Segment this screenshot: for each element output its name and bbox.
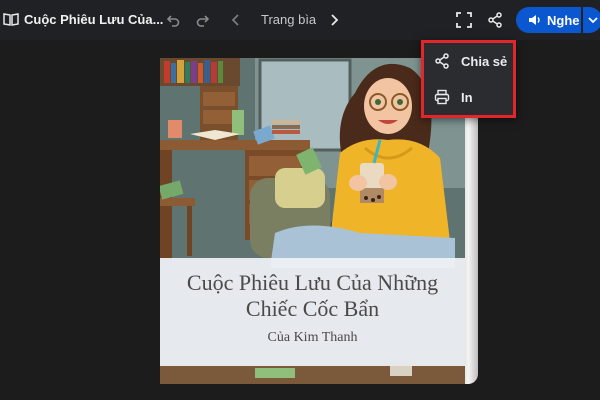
book-icon — [3, 13, 19, 26]
listen-options-dropdown[interactable] — [583, 7, 600, 33]
storybook-viewer: Cuộc Phiêu Lưu Của... Trang bìa Nghe Cuộ… — [0, 0, 600, 400]
share-icon[interactable] — [485, 10, 505, 30]
cover-title-line-1: Cuộc Phiêu Lưu Của Những — [186, 270, 439, 295]
book-cover: Cuộc Phiêu Lưu Của Những Chiếc Cốc Bẩn C… — [160, 58, 465, 384]
share-menu: Chia sẻ In — [421, 40, 516, 118]
menu-item-share-label: Chia sẻ — [461, 53, 508, 69]
fullscreen-icon[interactable] — [454, 10, 474, 30]
speaker-icon — [529, 15, 540, 25]
chevron-left-icon[interactable] — [226, 10, 246, 30]
listen-button[interactable]: Nghe — [516, 7, 581, 33]
book-title-header: Cuộc Phiêu Lưu Của... — [24, 12, 164, 27]
undo-icon[interactable] — [163, 10, 183, 30]
cover-title-line-2: Chiếc Cốc Bẩn — [245, 296, 380, 321]
cover-author: Của Kim Thanh — [267, 330, 358, 345]
print-icon — [434, 89, 450, 105]
menu-item-share[interactable]: Chia sẻ — [424, 44, 513, 78]
menu-item-print[interactable]: In — [424, 80, 513, 114]
share-icon — [435, 53, 449, 69]
listen-label: Nghe — [547, 12, 580, 28]
redo-icon[interactable] — [193, 10, 213, 30]
menu-item-print-label: In — [461, 89, 473, 105]
cover-title: Cuộc Phiêu Lưu Của Những Chiếc Cốc Bẩn — [160, 270, 465, 322]
top-toolbar: Cuộc Phiêu Lưu Của... Trang bìa Nghe — [0, 0, 600, 40]
chevron-down-icon — [587, 17, 598, 24]
page-label: Trang bìa — [261, 12, 317, 27]
chevron-right-icon[interactable] — [324, 10, 344, 30]
